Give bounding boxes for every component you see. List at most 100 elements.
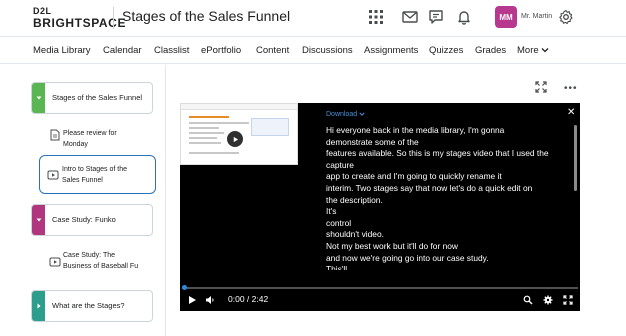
settings-button[interactable] [542,294,554,306]
transcript-line: It's [326,206,337,217]
topic-label: Please review for Monday [63,128,117,150]
transcript-line: This'll... [326,264,355,271]
transcript-line: app to create and I'm going to quickly r… [326,171,502,182]
play-button[interactable] [186,294,198,306]
transcript-line: capture [326,159,354,170]
transcript-line: Hi everyone back in the media library, I… [326,125,505,135]
download-button[interactable]: Download [326,111,365,118]
content-toc-panel: Stages of the Sales Funnel Please review… [0,65,166,336]
fullscreen-expand-icon[interactable] [535,81,547,93]
unit-label: What are the Stages? [52,301,125,310]
chevron-down-icon [36,218,41,222]
thumbnail-line [189,116,229,118]
bell-icon[interactable] [454,7,474,27]
logo-d2l: D2L [33,6,52,16]
thumbnail-play-button[interactable] [227,131,243,147]
user-avatar[interactable]: MM [495,6,517,28]
transcript-line: the description. [326,194,383,205]
thumbnail-toolbar [181,104,297,110]
nav-content[interactable]: Content [256,45,289,56]
video-player[interactable]: Download ✕ Hi everyone back in the media… [180,103,580,311]
course-title[interactable]: Stages of the Sales Funnel [122,8,290,24]
topic-label: Intro to Stages of the Sales Funnel [62,164,127,186]
topic-please-review[interactable]: Please review for Monday [43,126,155,152]
unit-color-bar [32,205,45,235]
nav-calendar[interactable]: Calendar [103,45,142,56]
topic-label-line2: Sales Funnel [62,177,103,184]
video-progress-bar[interactable] [182,285,578,290]
user-name[interactable]: Mr. Martin [521,13,552,20]
nav-classlist[interactable]: Classlist [154,45,189,56]
topic-intro-to-stages-selected[interactable]: Intro to Stages of the Sales Funnel [39,155,156,194]
topic-case-study-baseball[interactable]: Case Study: The Business of Baseball Fu [43,248,155,274]
nav-more-label: More [517,45,539,56]
chevron-right-icon [37,303,40,309]
thumbnail-line [189,152,239,154]
transcript-line: Not my best work but it'll do for now [326,240,458,251]
video-controls: 0:00 / 2:42 [180,293,580,311]
transcript-scrollbar[interactable] [574,125,577,191]
document-icon [50,129,60,141]
brightspace-logo[interactable]: D2L BRIGHTSPACE [33,6,127,32]
thumbnail-line [189,122,249,124]
header-divider [113,7,114,29]
nav-quizzes[interactable]: Quizzes [429,45,463,56]
unit-label: Stages of the Sales Funnel [52,93,143,102]
video-icon [47,170,59,180]
chat-icon[interactable] [426,7,446,27]
topic-label-line1: Case Study: The [63,252,116,259]
top-header: D2L BRIGHTSPACE Stages of the Sales Funn… [0,0,626,37]
video-thumbnail[interactable] [180,103,298,165]
topic-label-line2: Monday [63,141,88,148]
fullscreen-button[interactable] [562,294,574,306]
nav-eportfolio[interactable]: ePortfolio [201,45,241,56]
nav-discussions[interactable]: Discussions [302,45,353,56]
unit-color-bar [32,83,45,113]
volume-icon [206,296,214,304]
unit-what-are-the-stages[interactable]: What are the Stages? [31,290,153,322]
time-display: 0:00 / 2:42 [228,294,269,304]
thumbnail-line [189,142,221,144]
transcript-line: control [326,217,352,228]
play-icon [233,136,238,142]
topic-label-line1: Please review for [63,130,117,137]
thumbnail-panel [251,118,289,136]
close-icon[interactable]: ✕ [567,107,575,118]
thumbnail-line [189,137,217,139]
thumbnail-line [189,127,219,129]
video-icon [49,257,61,267]
nav-more-menu[interactable]: More [517,45,549,56]
thumbnail-line [189,132,224,134]
search-button[interactable] [522,294,534,306]
course-navbar: Media Library Calendar Classlist ePortfo… [0,37,626,64]
nav-assignments[interactable]: Assignments [364,45,418,56]
chevron-down-icon [359,112,365,117]
transcript-line: interim. Two stages say that now let's d… [326,182,533,193]
download-label: Download [326,111,358,118]
nav-media-library[interactable]: Media Library [33,45,91,56]
chevron-down-icon [541,48,549,53]
fullscreen-icon [563,295,573,305]
gear-icon[interactable] [556,7,576,27]
transcript-text: Hi everyone back in the media library, I… [326,125,574,270]
unit-label: Case Study: Funko [52,215,116,224]
topic-label: Case Study: The Business of Baseball Fu [63,250,138,272]
unit-stages-of-the-sales-funnel[interactable]: Stages of the Sales Funnel [31,82,153,114]
nav-grades[interactable]: Grades [475,45,506,56]
logo-brightspace: BRIGHTSPACE [33,16,127,30]
search-icon [523,295,533,305]
transcript-line: shouldn't video. [326,229,384,240]
email-icon[interactable] [400,7,420,27]
topic-label-line1: Intro to Stages of the [62,166,127,173]
more-options-icon[interactable]: ••• [564,83,578,94]
transcript-line: demonstrate some of the [326,136,419,147]
play-icon [189,296,196,304]
progress-knob[interactable] [182,285,187,290]
unit-color-bar [32,291,45,321]
topic-label-line2: Business of Baseball Fu [63,263,139,270]
chevron-down-icon [36,96,41,100]
transcript-line: features available. So this is my stages… [326,148,549,159]
unit-case-study-funko[interactable]: Case Study: Funko [31,204,153,236]
course-selector-grid-icon[interactable] [366,7,386,27]
volume-button[interactable] [204,294,216,306]
